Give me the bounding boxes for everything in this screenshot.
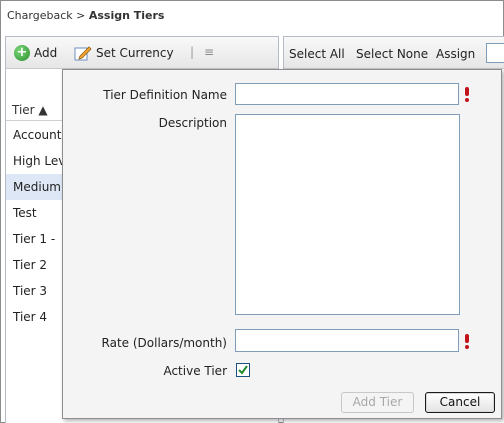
breadcrumb: Chargeback > Assign Tiers (7, 9, 164, 22)
tier-name-input[interactable] (235, 83, 459, 105)
checkmark-icon (238, 365, 248, 375)
cancel-button[interactable]: Cancel (425, 392, 495, 413)
assign-tier-select[interactable] (486, 43, 504, 63)
assignment-toolbar: Select All Select None Assign (284, 37, 504, 69)
tier-name-label: Tier Definition Name (103, 88, 227, 102)
add-tier-button[interactable]: Add Tier (341, 392, 414, 413)
set-currency-button[interactable]: Set Currency (74, 45, 174, 61)
active-tier-checkbox[interactable] (236, 363, 250, 377)
tier-column-header-label: Tier ▲ (12, 103, 48, 117)
rate-label: Rate (Dollars/month) (101, 336, 227, 350)
select-all-link[interactable]: Select All (289, 47, 345, 61)
add-button-label: Add (34, 46, 58, 60)
tier-toolbar: + Add Set Currency | ≡ (6, 37, 278, 69)
breadcrumb-current: Assign Tiers (88, 9, 165, 22)
rate-input[interactable] (235, 329, 459, 352)
add-tier-dialog: Tier Definition Name Description Rate (D… (62, 69, 502, 419)
add-icon: + (14, 45, 30, 61)
required-marker-icon (465, 87, 469, 102)
assign-link[interactable]: Assign (436, 47, 475, 61)
description-textarea[interactable] (235, 114, 460, 315)
active-tier-label: Active Tier (163, 364, 227, 378)
description-label: Description (158, 116, 227, 130)
add-button[interactable]: + Add (14, 45, 57, 61)
set-currency-label: Set Currency (96, 46, 174, 60)
edit-icon (74, 45, 92, 61)
list-options-icon[interactable]: ≡ (204, 45, 214, 59)
breadcrumb-separator: > (72, 9, 89, 22)
breadcrumb-parent-link[interactable]: Chargeback (7, 9, 73, 22)
app-window: Chargeback > Assign Tiers + Add Set Curr… (0, 0, 504, 423)
select-none-link[interactable]: Select None (356, 47, 428, 61)
toolbar-separator: | (190, 45, 195, 59)
required-marker-icon (465, 334, 469, 349)
